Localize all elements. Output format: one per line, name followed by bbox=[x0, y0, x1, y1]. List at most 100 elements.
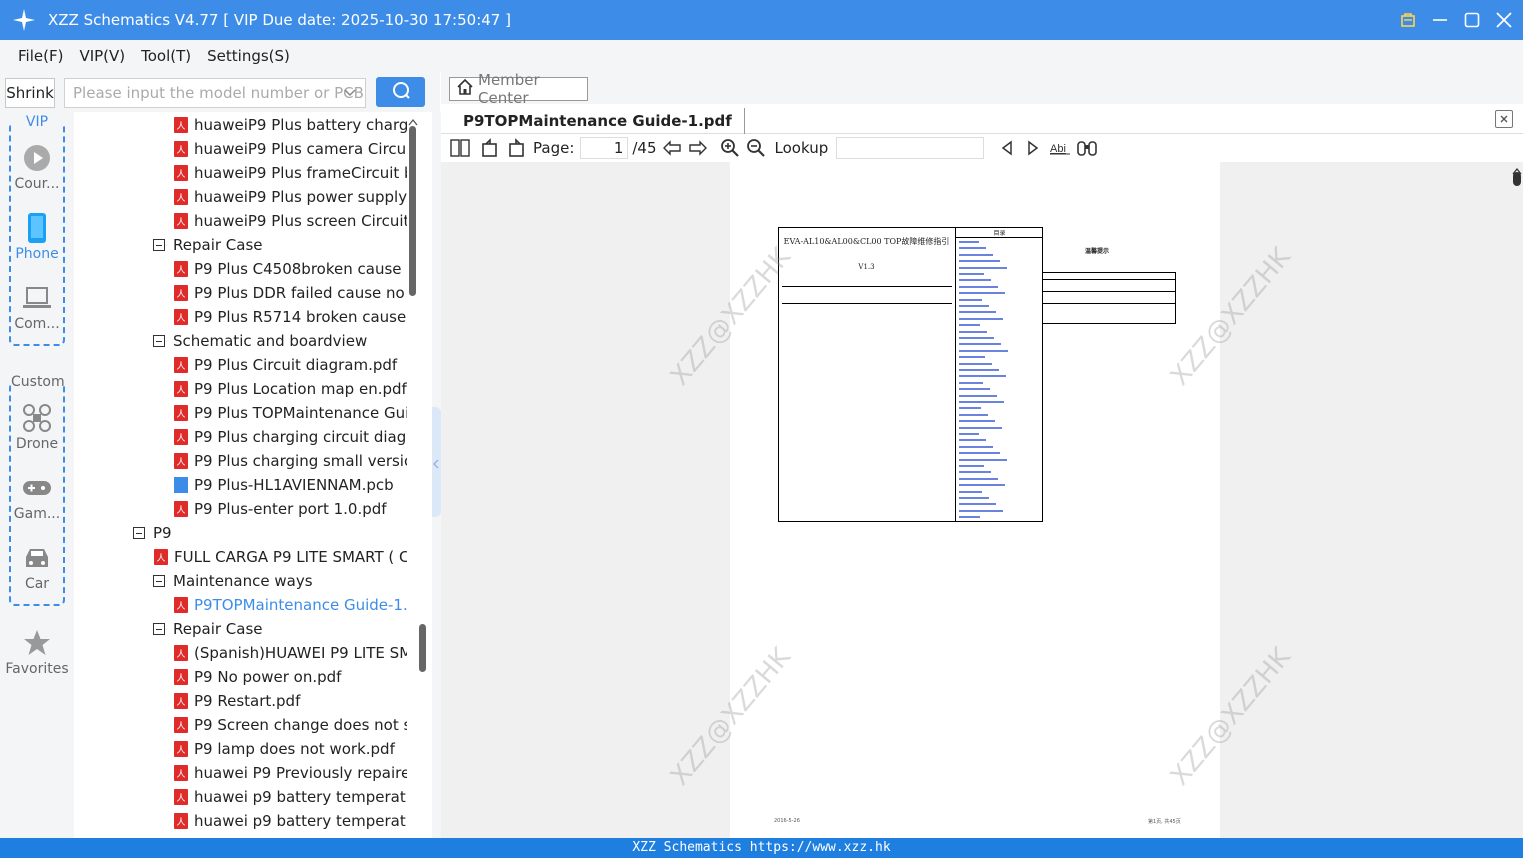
tree-file[interactable]: 人 P9 Plus DDR failed cause no po bbox=[174, 281, 407, 305]
tree-file[interactable]: 人 P9TOPMaintenance Guide-1.pd bbox=[174, 593, 407, 617]
find-previous-icon[interactable] bbox=[996, 137, 1018, 159]
viewer-scrollbar[interactable] bbox=[1511, 162, 1523, 838]
pdf-file-icon: 人 bbox=[174, 501, 188, 517]
tree-file[interactable]: 人 P9 Screen change does not star bbox=[174, 713, 407, 737]
pdf-toolbar: Page: 1 /45 Lookup Abi bbox=[441, 134, 1523, 162]
pdf-file-icon: 人 bbox=[174, 141, 188, 157]
pdf-file-icon: 人 bbox=[174, 813, 188, 829]
search-button[interactable] bbox=[376, 77, 425, 107]
chevron-left-icon[interactable] bbox=[433, 457, 440, 473]
rail-item-drone[interactable]: Drone bbox=[0, 402, 74, 452]
two-page-view-icon[interactable] bbox=[449, 137, 471, 159]
collapse-icon[interactable] bbox=[133, 527, 145, 539]
tree-file[interactable]: 人 huawei p9 battery temperature bbox=[174, 785, 407, 809]
rail-item-car[interactable]: Car bbox=[0, 542, 74, 592]
arrow-left-icon[interactable] bbox=[661, 137, 683, 159]
chevron-down-icon[interactable] bbox=[343, 85, 357, 103]
collapse-icon[interactable] bbox=[153, 623, 165, 635]
maximize-icon[interactable] bbox=[1463, 11, 1481, 29]
tree-file[interactable]: 人 huaweiP9 Plus battery charging bbox=[174, 113, 407, 137]
rail-item-game[interactable]: Gam... bbox=[0, 472, 74, 522]
tree-scroll-thumb-secondary[interactable] bbox=[419, 624, 426, 672]
tree-file[interactable]: 人 P9 Plus R5714 broken cause un bbox=[174, 305, 407, 329]
panel-splitter[interactable] bbox=[432, 112, 441, 838]
toc-entry bbox=[959, 343, 1001, 346]
toc-entry bbox=[959, 324, 980, 327]
pdf-file-icon: 人 bbox=[174, 117, 188, 133]
rail-item-label: Favorites bbox=[5, 661, 69, 677]
collapse-icon[interactable] bbox=[153, 239, 165, 251]
tree-file[interactable]: 人 (Spanish)HUAWEI P9 LITE SMAI bbox=[174, 641, 407, 665]
tree-folder[interactable]: Maintenance ways bbox=[153, 569, 406, 593]
rotate-right-icon[interactable] bbox=[505, 137, 527, 159]
tree-folder[interactable]: Repair Case bbox=[153, 617, 406, 641]
tree-file[interactable]: 人 P9 lamp does not work.pdf bbox=[174, 737, 407, 761]
tree-scroll-thumb[interactable] bbox=[409, 126, 416, 296]
rail-item-label: Phone bbox=[15, 246, 59, 262]
pdf-file-icon: 人 bbox=[174, 789, 188, 805]
close-tab-icon[interactable] bbox=[1495, 110, 1513, 128]
tree-file[interactable]: 人 FULL CARGA P9 LITE SMART ( CHA bbox=[154, 545, 407, 569]
tree-file[interactable]: 人 P9 Plus Location map en.pdf bbox=[174, 377, 407, 401]
match-case-icon[interactable]: Abi bbox=[1050, 137, 1072, 159]
binoculars-icon[interactable] bbox=[1076, 137, 1098, 159]
tree-scrollbar[interactable] bbox=[407, 112, 426, 838]
tree-file[interactable]: 人 huawei P9 Previously repaired I bbox=[174, 761, 407, 785]
collapse-icon[interactable] bbox=[153, 575, 165, 587]
rail-item-label: Car bbox=[24, 576, 50, 592]
find-next-icon[interactable] bbox=[1022, 137, 1044, 159]
pdf-file-icon: 人 bbox=[174, 405, 188, 421]
tree-file[interactable]: 人 P9 Plus charging circuit diagrar bbox=[174, 425, 407, 449]
menu-settings[interactable]: Settings(S) bbox=[207, 47, 290, 65]
category-rail: VIP Custom Cour... Phone Com... Drone Ga… bbox=[0, 112, 74, 838]
search-input[interactable]: Please input the model number or PCB bbox=[64, 78, 366, 108]
close-icon[interactable] bbox=[1495, 11, 1513, 29]
arrow-right-icon[interactable] bbox=[687, 137, 709, 159]
zoom-out-icon[interactable] bbox=[745, 137, 767, 159]
tree-file[interactable]: 人 P9 Restart.pdf bbox=[174, 689, 407, 713]
pdf-viewer[interactable]: EVA-AL10&AL00&CL00 TOP故障维修指引 V1.3 目录 温馨提… bbox=[441, 162, 1523, 838]
menu-tool[interactable]: Tool(T) bbox=[141, 47, 191, 65]
note-title: 温馨提示 bbox=[1085, 248, 1110, 255]
tree-file[interactable]: 人 P9 Plus C4508broken cause no bbox=[174, 257, 407, 281]
collapse-icon[interactable] bbox=[153, 335, 165, 347]
tree-file[interactable]: 人 P9 No power on.pdf bbox=[174, 665, 407, 689]
shrink-button[interactable]: Shrink bbox=[5, 78, 55, 108]
tree-file[interactable]: 人 huaweiP9 Plus camera Circuit b bbox=[174, 137, 407, 161]
tree-item-label: P9 Plus-enter port 1.0.pdf bbox=[194, 500, 387, 518]
gamepad-icon bbox=[0, 472, 74, 504]
minimize-icon[interactable] bbox=[1431, 11, 1449, 29]
menu-vip[interactable]: VIP(V) bbox=[79, 47, 125, 65]
lookup-input[interactable] bbox=[836, 137, 985, 159]
rail-item-computer[interactable]: Com... bbox=[0, 282, 74, 332]
rail-item-favorites[interactable]: Favorites bbox=[0, 627, 74, 677]
zoom-in-icon[interactable] bbox=[719, 137, 741, 159]
page-number-input[interactable]: 1 bbox=[580, 137, 629, 159]
pdf-file-icon: 人 bbox=[174, 765, 188, 781]
member-center-button[interactable]: Member Center bbox=[449, 71, 588, 107]
tree-file[interactable]: P9 Plus-HL1AVIENNAM.pcb bbox=[174, 473, 407, 497]
viewer-topbar: Member Center bbox=[441, 71, 1523, 107]
tree-file[interactable]: 人 P9 Plus-enter port 1.0.pdf bbox=[174, 497, 407, 521]
tree-folder[interactable]: Repair Case bbox=[153, 233, 406, 257]
bag-icon[interactable] bbox=[1399, 11, 1417, 29]
doc-signature-table bbox=[782, 286, 952, 304]
toc-entry bbox=[959, 394, 997, 397]
viewer-scroll-thumb[interactable] bbox=[1513, 172, 1521, 186]
tree-file[interactable]: 人 huaweiP9 Plus power supply U bbox=[174, 185, 407, 209]
pdf-file-icon: 人 bbox=[174, 165, 188, 181]
tree-folder[interactable]: P9 bbox=[133, 521, 406, 545]
tree-file[interactable]: 人 huaweiP9 Plus frameCircuit blo bbox=[174, 161, 407, 185]
tree-file[interactable]: 人 P9 Plus TOPMaintenance Guide bbox=[174, 401, 407, 425]
rail-item-phone[interactable]: Phone bbox=[0, 212, 74, 262]
tree-file[interactable]: 人 P9 Plus Circuit diagram.pdf bbox=[174, 353, 407, 377]
tree-file[interactable]: 人 P9 Plus charging small version I bbox=[174, 449, 407, 473]
tab-document[interactable]: P9TOPMaintenance Guide-1.pdf bbox=[451, 108, 745, 134]
rotate-left-icon[interactable] bbox=[479, 137, 501, 159]
menu-file[interactable]: File(F) bbox=[18, 47, 63, 65]
rail-item-courses[interactable]: Cour... bbox=[0, 142, 74, 192]
tree-folder[interactable]: Schematic and boardview bbox=[153, 329, 406, 353]
tree-file[interactable]: 人 huaweiP9 Plus screen Circuit bl bbox=[174, 209, 407, 233]
tree-file[interactable]: 人 huawei p9 battery temperature bbox=[174, 809, 407, 833]
revision-table bbox=[1042, 272, 1176, 324]
